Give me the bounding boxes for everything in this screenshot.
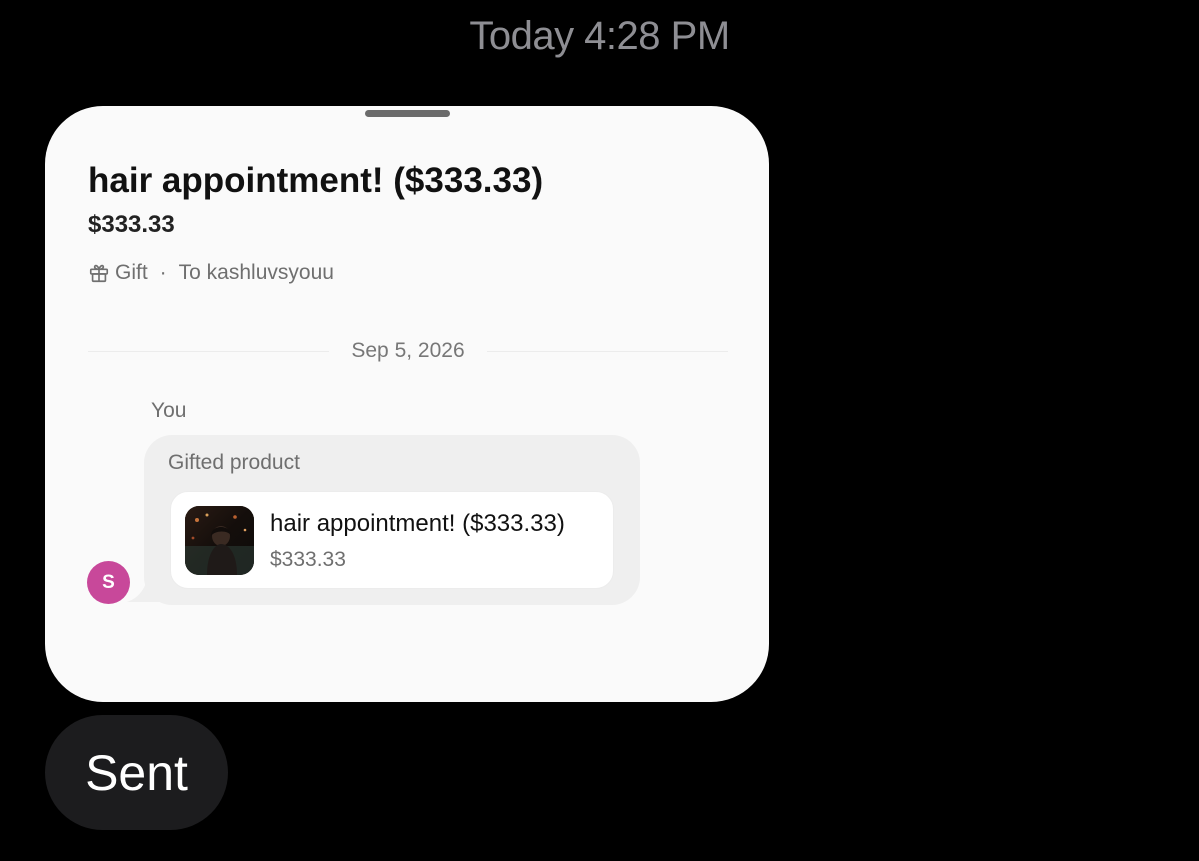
gift-type-label: Gift [115,261,148,284]
screen: Today 4:28 PM hair appointment! ($333.33… [0,0,1199,861]
card-title: hair appointment! ($333.33) [88,161,544,200]
divider-date: Sep 5, 2026 [351,339,465,362]
card-price: $333.33 [88,211,175,238]
bubble-label: Gifted product [168,451,300,474]
gift-meta-row: Gift · To kashluvsyouu [88,261,334,285]
gift-message-bubble[interactable]: Gifted product hair appointment! ($333.3… [144,435,640,605]
divider-line-right [486,350,729,352]
sheet-grabber[interactable] [365,110,450,117]
product-photo [185,506,254,575]
gift-preview-card[interactable]: hair appointment! ($333.33) $333.33 Gift… [45,106,769,702]
product-title: hair appointment! ($333.33) [270,510,565,537]
gift-icon [89,264,109,283]
divider-line-left [88,350,330,352]
sent-status-pill: Sent [45,715,228,830]
date-divider: Sep 5, 2026 [88,339,729,363]
message-timestamp: Today 4:28 PM [469,14,730,58]
avatar[interactable]: S [87,561,130,604]
recipient-label: To kashluvsyouu [178,261,334,284]
sender-label: You [151,399,187,422]
product-thumbnail [185,506,254,575]
product-card[interactable]: hair appointment! ($333.33) $333.33 [170,491,614,589]
meta-separator: · [159,261,167,284]
product-price: $333.33 [270,548,346,571]
